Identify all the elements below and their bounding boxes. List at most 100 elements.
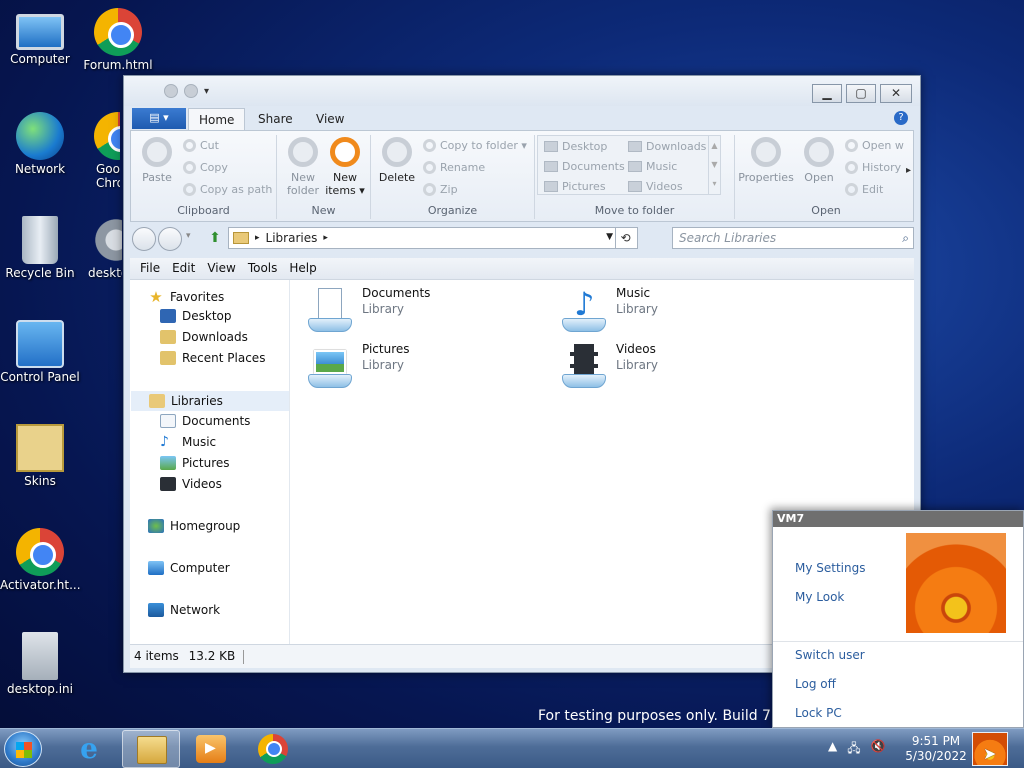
nav-libraries[interactable]: Libraries bbox=[131, 391, 289, 411]
new-folder-qat-icon[interactable] bbox=[184, 84, 198, 98]
move-to-downloads[interactable]: Downloads bbox=[628, 140, 706, 153]
open-with-button[interactable]: Open w bbox=[845, 139, 904, 152]
desktop-icon-network[interactable]: Network bbox=[0, 112, 80, 176]
menu-help[interactable]: Help bbox=[283, 258, 322, 279]
control-panel-icon bbox=[16, 320, 64, 368]
start-button[interactable] bbox=[4, 731, 42, 767]
breadcrumb-chevron-icon[interactable]: ▸ bbox=[323, 233, 328, 243]
switch-user-link[interactable]: Switch user bbox=[795, 648, 865, 662]
move-to-desktop[interactable]: Desktop bbox=[544, 140, 607, 153]
user-avatar[interactable] bbox=[906, 533, 1006, 633]
nav-documents[interactable]: Documents bbox=[160, 414, 250, 428]
desktop-icon-forum-html[interactable]: Forum.html bbox=[78, 8, 158, 72]
lock-pc-link[interactable]: Lock PC bbox=[795, 706, 842, 720]
gallery-scroll[interactable]: ▲ ▼ ▾ bbox=[708, 136, 720, 194]
new-folder-button[interactable]: New folder bbox=[281, 137, 325, 197]
nav-music[interactable]: ♪ Music bbox=[160, 435, 216, 449]
back-button[interactable] bbox=[132, 227, 156, 251]
taskbar-chrome[interactable] bbox=[244, 730, 302, 768]
paste-button[interactable]: Paste bbox=[135, 137, 179, 184]
copy-button[interactable]: Copy bbox=[183, 161, 228, 174]
library-videos[interactable]: Videos Library bbox=[560, 342, 658, 390]
customize-qat-icon[interactable]: ▾ bbox=[204, 86, 209, 97]
my-settings-link[interactable]: My Settings bbox=[795, 561, 866, 575]
my-look-link[interactable]: My Look bbox=[795, 590, 844, 604]
nav-network[interactable]: Network bbox=[148, 603, 220, 617]
search-icon[interactable]: ⌕ bbox=[902, 231, 909, 246]
library-documents[interactable]: Documents Library bbox=[306, 286, 430, 334]
desktop-icon-control-panel[interactable]: Control Panel bbox=[0, 320, 80, 384]
menu-edit[interactable]: Edit bbox=[166, 258, 201, 279]
minimize-button[interactable]: ▁ bbox=[812, 84, 842, 103]
file-tab[interactable]: ▤ ▾ bbox=[132, 108, 186, 129]
breadcrumb-chevron-icon[interactable]: ▸ bbox=[255, 233, 260, 243]
desktop-icon-activator[interactable]: Activator.ht... bbox=[0, 528, 81, 592]
tab-home[interactable]: Home bbox=[188, 108, 246, 130]
properties-button[interactable]: Properties bbox=[737, 137, 795, 184]
library-type: Library bbox=[616, 302, 658, 316]
desktop-icon-google-chrome[interactable]: Goog Chro bbox=[80, 112, 120, 190]
taskbar-internet-explorer[interactable]: e bbox=[60, 730, 118, 768]
menu-tools[interactable]: Tools bbox=[242, 258, 284, 279]
nav-computer[interactable]: Computer bbox=[148, 561, 230, 575]
ribbon-scroll-right-icon[interactable]: ▸ bbox=[906, 165, 911, 176]
nav-desktop[interactable]: Desktop bbox=[160, 309, 232, 323]
edit-button[interactable]: Edit bbox=[845, 183, 883, 196]
nav-favorites[interactable]: ★ Favorites bbox=[148, 288, 224, 306]
network-status-icon[interactable]: 🖧 bbox=[847, 739, 860, 760]
breadcrumb[interactable]: Libraries bbox=[266, 231, 318, 245]
forward-button[interactable] bbox=[158, 227, 182, 251]
rename-button[interactable]: Rename bbox=[423, 161, 485, 174]
address-dropdown-icon[interactable]: ▼ bbox=[606, 232, 613, 242]
settings-file-icon bbox=[22, 632, 58, 680]
desktop-icon-desktop-settings[interactable]: deskto bbox=[82, 216, 122, 280]
move-to-music[interactable]: Music bbox=[628, 160, 677, 173]
up-arrow-icon[interactable]: ⬆ bbox=[206, 229, 224, 247]
nav-label: Pictures bbox=[182, 456, 230, 470]
address-bar[interactable]: ▸ Libraries ▸ ▼ ⟲ bbox=[228, 227, 638, 249]
tab-share[interactable]: Share bbox=[248, 108, 303, 130]
item-count: 4 items bbox=[134, 649, 179, 663]
properties-qat-icon[interactable] bbox=[164, 84, 178, 98]
library-pictures[interactable]: Pictures Library bbox=[306, 342, 410, 390]
log-off-link[interactable]: Log off bbox=[795, 677, 836, 691]
tab-view[interactable]: View bbox=[306, 108, 354, 130]
chrome-icon bbox=[94, 112, 120, 160]
show-hidden-icons-icon[interactable]: ▲ bbox=[828, 739, 837, 760]
desktop-icon-recycle-bin[interactable]: Recycle Bin bbox=[0, 216, 80, 280]
history-button[interactable]: History bbox=[845, 161, 901, 174]
taskbar-file-explorer[interactable] bbox=[122, 730, 180, 768]
search-input[interactable]: Search Libraries ⌕ bbox=[672, 227, 914, 249]
volume-muted-icon[interactable]: 🔇 bbox=[871, 739, 886, 760]
refresh-icon[interactable]: ⟲ bbox=[615, 228, 635, 248]
help-icon[interactable]: ? bbox=[894, 111, 908, 125]
move-to-documents[interactable]: Documents bbox=[544, 160, 625, 173]
copy-as-path-label: Copy as path bbox=[200, 183, 273, 196]
title-bar[interactable]: ▾ ▁ ▢ ✕ bbox=[124, 76, 920, 106]
nav-pictures[interactable]: Pictures bbox=[160, 456, 230, 470]
taskbar-media-player[interactable] bbox=[182, 730, 240, 768]
move-to-pictures[interactable]: Pictures bbox=[544, 180, 606, 193]
clock[interactable]: 9:51 PM 5/30/2022 bbox=[904, 734, 968, 764]
desktop-icon-desktop-ini[interactable]: desktop.ini bbox=[0, 632, 80, 696]
nav-videos[interactable]: Videos bbox=[160, 477, 222, 491]
close-button[interactable]: ✕ bbox=[880, 84, 912, 103]
menu-file[interactable]: File bbox=[134, 258, 166, 279]
library-music[interactable]: ♪ Music Library bbox=[560, 286, 658, 334]
nav-downloads[interactable]: Downloads bbox=[160, 330, 248, 344]
copy-as-path-button[interactable]: Copy as path bbox=[183, 183, 272, 196]
open-button[interactable]: Open bbox=[797, 137, 841, 184]
zip-button[interactable]: Zip bbox=[423, 183, 458, 196]
maximize-button[interactable]: ▢ bbox=[846, 84, 876, 103]
menu-view[interactable]: View bbox=[201, 258, 241, 279]
new-items-button[interactable]: New items ▾ bbox=[323, 137, 367, 197]
desktop-icon-skins[interactable]: Skins bbox=[0, 424, 80, 488]
desktop-icon-computer[interactable]: Computer bbox=[0, 8, 80, 66]
copy-to-folder-button[interactable]: Copy to folder ▾ bbox=[423, 139, 527, 152]
nav-homegroup[interactable]: Homegroup bbox=[148, 519, 240, 533]
recent-locations-icon[interactable]: ▾ bbox=[186, 231, 191, 241]
nav-recent-places[interactable]: Recent Places bbox=[160, 351, 265, 365]
move-to-videos[interactable]: Videos bbox=[628, 180, 683, 193]
delete-button[interactable]: Delete bbox=[375, 137, 419, 184]
cut-button[interactable]: Cut bbox=[183, 139, 219, 152]
